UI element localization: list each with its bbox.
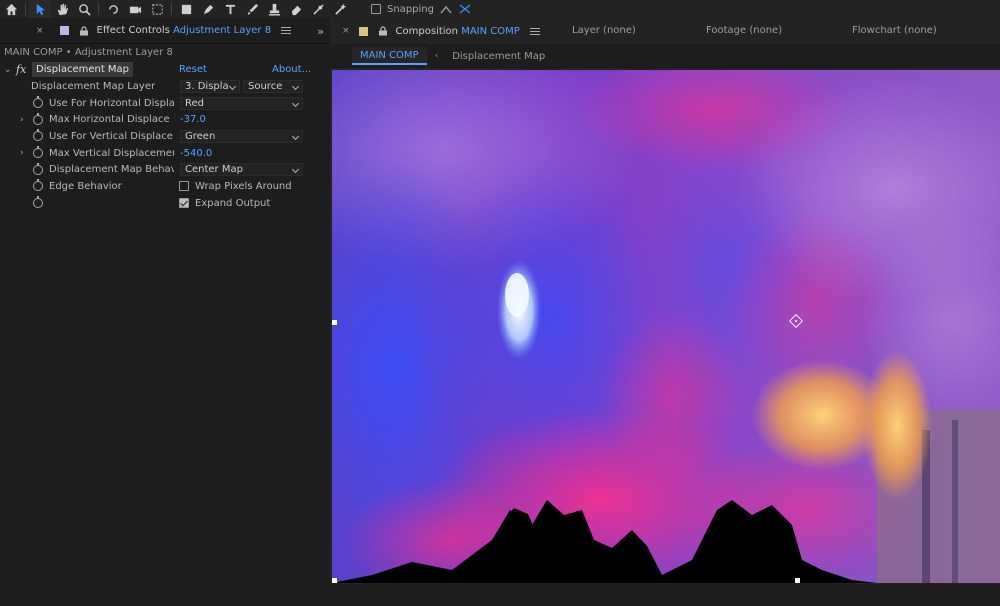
camera-icon[interactable] xyxy=(124,0,146,18)
subtab-displacement-map[interactable]: Displacement Map xyxy=(452,51,545,62)
prop-label: Edge Behavior xyxy=(49,180,122,192)
composition-viewer[interactable] xyxy=(332,70,1000,583)
toolbar-separator xyxy=(25,3,26,15)
max-vertical-value[interactable]: -540.0 xyxy=(180,148,212,159)
tab-flowchart[interactable]: Flowchart (none) xyxy=(852,25,937,36)
panel-menu-icon[interactable] xyxy=(529,27,540,35)
expand-twirl-icon[interactable]: › xyxy=(20,148,24,158)
expand-output-label: Expand Output xyxy=(195,197,271,209)
zoom-icon[interactable] xyxy=(73,0,95,18)
lock-icon[interactable] xyxy=(79,25,89,36)
tab-layer[interactable]: Layer (none) xyxy=(572,25,636,36)
puppet-icon[interactable] xyxy=(329,0,351,18)
prop-displacement-map-layer: Displacement Map Layer 3. Displa Source xyxy=(0,78,328,95)
layer-color-swatch xyxy=(59,26,69,35)
subtab-main-comp[interactable]: MAIN COMP xyxy=(352,47,427,65)
stopwatch-icon[interactable] xyxy=(33,196,43,209)
snapping-checkbox[interactable] xyxy=(371,4,381,14)
prop-label: Displacement Map Layer xyxy=(31,80,156,92)
rotate-icon[interactable] xyxy=(102,0,124,18)
transform-handle-left[interactable] xyxy=(332,320,337,325)
stopwatch-icon[interactable] xyxy=(33,146,43,159)
horizontal-channel-dropdown[interactable]: Red xyxy=(180,96,303,110)
hand-icon[interactable] xyxy=(51,0,73,18)
stopwatch-icon[interactable] xyxy=(33,129,43,142)
transform-handle-bottom[interactable] xyxy=(795,578,800,583)
map-behavior-dropdown[interactable]: Center Map xyxy=(180,163,303,177)
toolbar-separator xyxy=(171,3,172,15)
breadcrumb-arrow-icon: ‹ xyxy=(434,51,439,61)
effect-name[interactable]: Displacement Map xyxy=(32,62,134,77)
prop-label: Max Vertical Displacemen xyxy=(49,147,174,159)
expand-twirl-icon[interactable]: › xyxy=(20,115,24,125)
collapse-chevron-icon[interactable]: ⌄ xyxy=(4,65,14,75)
prop-map-behavior: Displacement Map Behav Center Map xyxy=(0,161,328,178)
selection-icon[interactable] xyxy=(29,0,51,18)
effect-controls-layer-link[interactable]: Adjustment Layer 8 xyxy=(173,25,271,36)
tools-toolbar: Snapping xyxy=(0,0,1000,18)
close-tab-icon[interactable]: × xyxy=(36,26,44,36)
tab-footage[interactable]: Footage (none) xyxy=(706,25,782,36)
lock-icon[interactable] xyxy=(378,26,388,36)
prop-label: Use For Vertical Displace xyxy=(49,130,173,142)
clone-stamp-icon[interactable] xyxy=(263,0,285,18)
about-button[interactable]: About... xyxy=(272,64,311,75)
stopwatch-icon[interactable] xyxy=(33,96,43,109)
map-layer-dropdown[interactable]: 3. Displa xyxy=(180,79,240,93)
pan-behind-icon[interactable] xyxy=(146,0,168,18)
toolbar-separator xyxy=(98,3,99,15)
map-source-dropdown[interactable]: Source xyxy=(243,79,303,93)
reset-button[interactable]: Reset xyxy=(179,64,207,75)
snapping-control[interactable]: Snapping xyxy=(371,3,472,15)
prop-max-vertical: › Max Vertical Displacemen -540.0 xyxy=(0,145,328,162)
composition-panel: × Composition MAIN COMP Layer (none) Foo… xyxy=(330,18,1000,606)
rectangle-icon[interactable] xyxy=(175,0,197,18)
composition-name-link[interactable]: MAIN COMP xyxy=(461,26,520,37)
eraser-icon[interactable] xyxy=(285,0,307,18)
panel-menu-icon[interactable] xyxy=(281,27,292,34)
stopwatch-icon[interactable] xyxy=(33,179,43,192)
snapping-label: Snapping xyxy=(387,3,434,15)
expand-output-checkbox[interactable] xyxy=(179,198,189,209)
home-icon[interactable] xyxy=(0,0,22,18)
prop-label: Use For Horizontal Displa xyxy=(49,97,174,109)
vertical-channel-dropdown[interactable]: Green xyxy=(180,129,303,143)
effect-controls-tab[interactable]: × Effect Controls Adjustment Layer 8 » xyxy=(0,18,328,44)
prop-label: Max Horizontal Displace xyxy=(49,114,170,126)
viewer-footer xyxy=(330,584,1000,606)
wrap-pixels-checkbox[interactable] xyxy=(179,181,189,192)
composition-frame-image xyxy=(332,70,1000,583)
transform-handle-bottom-left[interactable] xyxy=(332,578,337,583)
comp-color-swatch xyxy=(358,26,368,36)
prop-label: Displacement Map Behav xyxy=(49,164,174,176)
snap-features-icon[interactable] xyxy=(458,3,472,15)
pen-icon[interactable] xyxy=(197,0,219,18)
composition-title: Composition MAIN COMP xyxy=(395,25,520,37)
prop-edge-behavior: Edge Behavior Wrap Pixels Around xyxy=(0,178,328,195)
brush-icon[interactable] xyxy=(241,0,263,18)
layer-path: MAIN COMP • Adjustment Layer 8 xyxy=(4,47,173,58)
effect-header: ⌄ fx Displacement Map Reset About... xyxy=(0,61,328,78)
panel-overflow-icon[interactable]: » xyxy=(317,25,324,38)
fx-icon[interactable]: fx xyxy=(16,63,30,76)
roto-brush-icon[interactable] xyxy=(307,0,329,18)
prop-use-for-vertical: Use For Vertical Displace Green xyxy=(0,128,328,145)
prop-use-for-horizontal: Use For Horizontal Displa Red xyxy=(0,95,328,112)
effect-controls-panel: × Effect Controls Adjustment Layer 8 » M… xyxy=(0,18,328,606)
stopwatch-icon[interactable] xyxy=(33,112,43,125)
prop-expand-output: Expand Output xyxy=(0,195,328,212)
close-tab-icon[interactable]: × xyxy=(342,26,350,36)
prop-max-horizontal: › Max Horizontal Displace -37.0 xyxy=(0,111,328,128)
snap-edges-icon[interactable] xyxy=(440,3,452,15)
type-icon[interactable] xyxy=(219,0,241,18)
composition-breadcrumb: MAIN COMP ‹ Displacement Map xyxy=(330,44,1000,68)
composition-tab[interactable]: × Composition MAIN COMP Layer (none) Foo… xyxy=(330,18,1000,44)
effect-controls-title: Effect Controls Adjustment Layer 8 xyxy=(96,25,272,36)
stopwatch-icon[interactable] xyxy=(33,162,43,175)
max-horizontal-value[interactable]: -37.0 xyxy=(180,114,206,125)
wrap-pixels-label: Wrap Pixels Around xyxy=(195,180,292,192)
